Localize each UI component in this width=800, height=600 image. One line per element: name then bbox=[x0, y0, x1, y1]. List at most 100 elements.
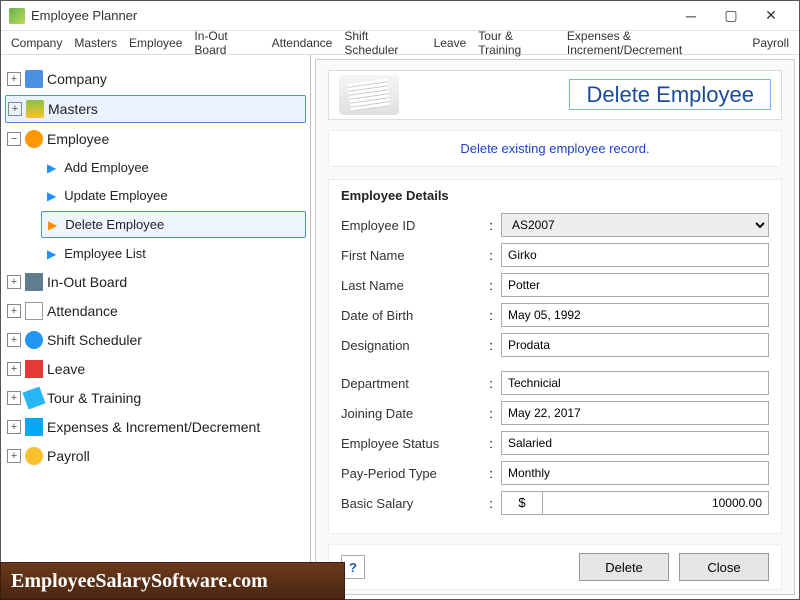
expand-icon[interactable]: + bbox=[7, 362, 21, 376]
main-panel: Delete Employee Delete existing employee… bbox=[315, 59, 795, 595]
row-status: Employee Status: bbox=[341, 431, 769, 455]
department-field[interactable] bbox=[501, 371, 769, 395]
label-status: Employee Status bbox=[341, 436, 481, 451]
label-last-name: Last Name bbox=[341, 278, 481, 293]
tree-inout[interactable]: + In-Out Board bbox=[5, 269, 306, 295]
arrow-icon: ▶ bbox=[47, 189, 56, 203]
dob-field[interactable] bbox=[501, 303, 769, 327]
instruction-text: Delete existing employee record. bbox=[328, 130, 782, 167]
calendar-icon bbox=[25, 360, 43, 378]
tree-tour[interactable]: + Tour & Training bbox=[5, 385, 306, 411]
tree-masters[interactable]: +Masters bbox=[5, 95, 306, 123]
expand-icon[interactable]: + bbox=[7, 391, 21, 405]
tree-attendance[interactable]: + Attendance bbox=[5, 298, 306, 324]
row-salary: Basic Salary: $ bbox=[341, 491, 769, 515]
row-dob: Date of Birth: bbox=[341, 303, 769, 327]
page-title-wrap: Delete Employee bbox=[399, 82, 771, 108]
menu-attendance[interactable]: Attendance bbox=[266, 33, 339, 53]
app-window: Employee Planner ─ ▢ ✕ Company Masters E… bbox=[0, 0, 800, 600]
expand-icon[interactable]: + bbox=[7, 420, 21, 434]
label-payperiod: Pay-Period Type bbox=[341, 466, 481, 481]
tree-label: Attendance bbox=[47, 303, 118, 319]
last-name-field[interactable] bbox=[501, 273, 769, 297]
employee-id-select[interactable]: AS2007 bbox=[501, 213, 769, 237]
button-bar: ? Delete Close bbox=[328, 544, 782, 590]
tree-add-employee[interactable]: ▶ Add Employee bbox=[41, 155, 306, 180]
salary-field[interactable] bbox=[543, 491, 769, 515]
expand-icon[interactable]: + bbox=[7, 304, 21, 318]
tree-employee-children: ▶ Add Employee ▶Update Employee ▶ Delete E… bbox=[41, 155, 306, 266]
joining-field[interactable] bbox=[501, 401, 769, 425]
tree-label: Shift Scheduler bbox=[47, 332, 142, 348]
expand-icon[interactable]: + bbox=[7, 333, 21, 347]
row-department: Department: bbox=[341, 371, 769, 395]
content-area: + Company +Masters − Employee ▶ Add Employe… bbox=[1, 55, 799, 599]
tree-label: Company bbox=[47, 71, 107, 87]
menu-leave[interactable]: Leave bbox=[428, 33, 473, 53]
masters-icon bbox=[26, 100, 44, 118]
label-dob: Date of Birth bbox=[341, 308, 481, 323]
payperiod-field[interactable] bbox=[501, 461, 769, 485]
menu-payroll[interactable]: Payroll bbox=[746, 33, 795, 53]
delete-button[interactable]: Delete bbox=[579, 553, 669, 581]
arrow-icon: ▶ bbox=[47, 247, 56, 261]
tree-payroll[interactable]: + Payroll bbox=[5, 443, 306, 469]
app-icon bbox=[9, 8, 25, 24]
tree-label: Delete Employee bbox=[65, 217, 164, 232]
arrow-icon: ▶ bbox=[47, 161, 56, 175]
section-title: Employee Details bbox=[341, 188, 769, 203]
nav-tree: + Company +Masters − Employee ▶ Add Employe… bbox=[1, 55, 311, 599]
row-first-name: First Name: bbox=[341, 243, 769, 267]
tree-employee[interactable]: − Employee bbox=[5, 126, 306, 152]
menu-masters[interactable]: Masters bbox=[68, 33, 123, 53]
row-last-name: Last Name: bbox=[341, 273, 769, 297]
close-button[interactable]: ✕ bbox=[751, 3, 791, 29]
expand-icon[interactable]: + bbox=[7, 72, 21, 86]
tree-label: Tour & Training bbox=[47, 390, 141, 406]
menu-company[interactable]: Company bbox=[5, 33, 68, 53]
employee-details: Employee Details Employee ID: AS2007 Fir… bbox=[328, 179, 782, 534]
status-field[interactable] bbox=[501, 431, 769, 455]
label-employee-id: Employee ID bbox=[341, 218, 481, 233]
row-designation: Designation: bbox=[341, 333, 769, 357]
tree-label: In-Out Board bbox=[47, 274, 127, 290]
tree-label: Add Employee bbox=[64, 160, 149, 175]
expand-icon[interactable]: + bbox=[7, 449, 21, 463]
tree-expenses[interactable]: + Expenses & Increment/Decrement bbox=[5, 414, 306, 440]
page-title: Delete Employee bbox=[569, 79, 771, 110]
tree-label: Expenses & Increment/Decrement bbox=[47, 419, 260, 435]
menu-employee[interactable]: Employee bbox=[123, 33, 188, 53]
expand-icon[interactable]: + bbox=[7, 275, 21, 289]
expand-icon[interactable]: + bbox=[8, 102, 22, 116]
coin-icon bbox=[25, 447, 43, 465]
tree-delete-employee[interactable]: ▶ Delete Employee bbox=[41, 211, 306, 238]
row-employee-id: Employee ID: AS2007 bbox=[341, 213, 769, 237]
currency-symbol: $ bbox=[501, 491, 543, 515]
tree-label: Leave bbox=[47, 361, 85, 377]
tree-leave[interactable]: + Leave bbox=[5, 356, 306, 382]
label-first-name: First Name bbox=[341, 248, 481, 263]
label-joining: Joining Date bbox=[341, 406, 481, 421]
row-joining: Joining Date: bbox=[341, 401, 769, 425]
company-icon bbox=[25, 70, 43, 88]
tree-label: Employee bbox=[47, 131, 109, 147]
tree-update-employee[interactable]: ▶Update Employee bbox=[41, 183, 306, 208]
close-panel-button[interactable]: Close bbox=[679, 553, 769, 581]
tree-label: Payroll bbox=[47, 448, 90, 464]
clock-icon bbox=[25, 331, 43, 349]
app-title: Employee Planner bbox=[31, 8, 671, 23]
collapse-icon[interactable]: − bbox=[7, 132, 21, 146]
label-designation: Designation bbox=[341, 338, 481, 353]
footer-brand: EmployeeSalarySoftware.com bbox=[0, 562, 345, 600]
notepad-icon bbox=[339, 75, 399, 115]
board-icon bbox=[25, 273, 43, 291]
menubar: Company Masters Employee In-Out Board At… bbox=[1, 31, 799, 55]
tree-company[interactable]: + Company bbox=[5, 66, 306, 92]
first-name-field[interactable] bbox=[501, 243, 769, 267]
designation-field[interactable] bbox=[501, 333, 769, 357]
tree-employee-list[interactable]: ▶ Employee List bbox=[41, 241, 306, 266]
tree-label: Employee List bbox=[64, 246, 146, 261]
page-header: Delete Employee bbox=[328, 70, 782, 120]
tree-shift[interactable]: + Shift Scheduler bbox=[5, 327, 306, 353]
arrow-icon: ▶ bbox=[48, 218, 57, 232]
